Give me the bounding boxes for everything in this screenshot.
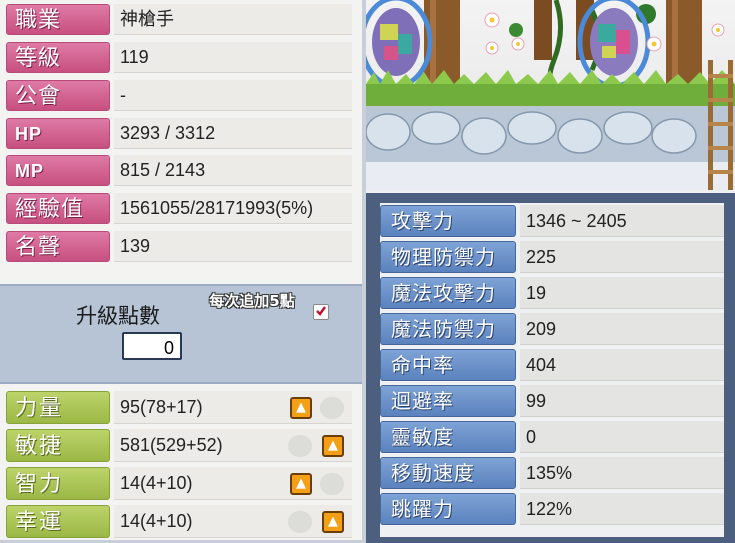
- info-value: 119: [114, 42, 352, 73]
- info-label: 經驗值: [6, 193, 110, 224]
- attr-label: 迴避率: [380, 385, 516, 417]
- attr-row-attack: 攻擊力 1346 ~ 2405: [380, 203, 724, 239]
- attr-label: 攻擊力: [380, 205, 516, 237]
- arrow-up-icon: ▲: [328, 514, 338, 529]
- attr-row-jump: 跳躍力 122%: [380, 491, 724, 527]
- info-label: 名聲: [6, 231, 110, 262]
- arrow-up-icon: ▲: [328, 438, 338, 453]
- attr-row-accuracy: 命中率 404: [380, 347, 724, 383]
- info-value: 815 / 2143: [114, 155, 352, 186]
- info-row-level: 等級 119: [0, 40, 360, 74]
- info-label: 職業: [6, 4, 110, 35]
- stat-value: 14(4+10): [114, 467, 352, 500]
- attr-value: 122%: [520, 493, 724, 525]
- character-info-panel: 職業 神槍手 等級 119 公會 - HP 3293 / 3312 MP 815…: [0, 0, 362, 540]
- attr-value: 0: [520, 421, 724, 453]
- ability-points-value: 0: [122, 332, 182, 360]
- stat-row-luk: 幸運 14(4+10) ▲: [0, 503, 360, 539]
- ability-points-section: 升級點數 0 每次追加5點: [0, 284, 362, 384]
- stat-label: 力量: [6, 391, 110, 424]
- stat-value: 14(4+10): [114, 505, 352, 538]
- info-label: 等級: [6, 42, 110, 73]
- arrow-up-icon: ▲: [296, 476, 306, 491]
- attr-value: 99: [520, 385, 724, 417]
- stat-label: 敏捷: [6, 429, 110, 462]
- info-row-fame: 名聲 139: [0, 229, 360, 263]
- attr-label: 跳躍力: [380, 493, 516, 525]
- luk-up-button[interactable]: ▲: [322, 511, 344, 533]
- add5-label: 每次追加5點: [209, 292, 295, 310]
- stat-value: 581(529+52): [114, 429, 352, 462]
- attr-row-speed: 移動速度 135%: [380, 455, 724, 491]
- attr-label: 物理防禦力: [380, 241, 516, 273]
- arrow-up-icon: ▲: [296, 400, 306, 415]
- attr-value: 19: [520, 277, 724, 309]
- attr-value: 209: [520, 313, 724, 345]
- empty-slot: [288, 511, 312, 533]
- stat-label: 智力: [6, 467, 110, 500]
- stat-row-int: 智力 14(4+10) ▲: [0, 465, 360, 501]
- info-label: MP: [6, 155, 110, 186]
- attr-value: 225: [520, 241, 724, 273]
- attr-label: 命中率: [380, 349, 516, 381]
- detailed-stats-list: 攻擊力 1346 ~ 2405 物理防禦力 225 魔法攻擊力 19 魔法防禦力…: [380, 203, 724, 537]
- stat-row-dex: 敏捷 581(529+52) ▲: [0, 427, 360, 463]
- attr-value: 404: [520, 349, 724, 381]
- attr-label: 魔法防禦力: [380, 313, 516, 345]
- info-row-guild: 公會 -: [0, 78, 360, 112]
- info-row-exp: 經驗值 1561055/28171993(5%): [0, 191, 360, 225]
- info-label: 公會: [6, 80, 110, 111]
- attr-row-phys-def: 物理防禦力 225: [380, 239, 724, 275]
- empty-slot: [288, 435, 312, 457]
- attr-label: 靈敏度: [380, 421, 516, 453]
- ability-points-title: 升級點數: [76, 304, 160, 328]
- game-scene: [366, 0, 735, 190]
- info-row-mp: MP 815 / 2143: [0, 153, 360, 187]
- add5-checkbox[interactable]: [313, 304, 329, 320]
- info-row-hp: HP 3293 / 3312: [0, 116, 360, 150]
- info-label: HP: [6, 118, 110, 149]
- portal-left: [366, 0, 433, 89]
- dex-up-button[interactable]: ▲: [322, 435, 344, 457]
- str-up-button[interactable]: ▲: [290, 397, 312, 419]
- attr-value: 135%: [520, 457, 724, 489]
- detailed-stats-panel: 攻擊力 1346 ~ 2405 物理防禦力 225 魔法攻擊力 19 魔法防禦力…: [366, 190, 735, 543]
- attr-label: 移動速度: [380, 457, 516, 489]
- info-value: 神槍手: [114, 4, 352, 35]
- stat-label: 幸運: [6, 505, 110, 538]
- info-value: 1561055/28171993(5%): [114, 193, 352, 224]
- info-row-job: 職業 神槍手: [0, 2, 360, 36]
- info-value: -: [114, 80, 352, 111]
- attr-value: 1346 ~ 2405: [520, 205, 724, 237]
- stat-row-str: 力量 95(78+17) ▲: [0, 389, 360, 425]
- int-up-button[interactable]: ▲: [290, 473, 312, 495]
- info-value: 3293 / 3312: [114, 118, 352, 149]
- info-value: 139: [114, 231, 352, 262]
- attr-row-avoid: 迴避率 99: [380, 383, 724, 419]
- game-scene-art: [366, 0, 735, 190]
- attr-label: 魔法攻擊力: [380, 277, 516, 309]
- attr-row-magic-atk: 魔法攻擊力 19: [380, 275, 724, 311]
- attr-row-magic-def: 魔法防禦力 209: [380, 311, 724, 347]
- check-icon: [316, 306, 326, 316]
- empty-slot: [320, 397, 344, 419]
- attr-row-hands: 靈敏度 0: [380, 419, 724, 455]
- empty-slot: [320, 473, 344, 495]
- stat-value: 95(78+17): [114, 391, 352, 424]
